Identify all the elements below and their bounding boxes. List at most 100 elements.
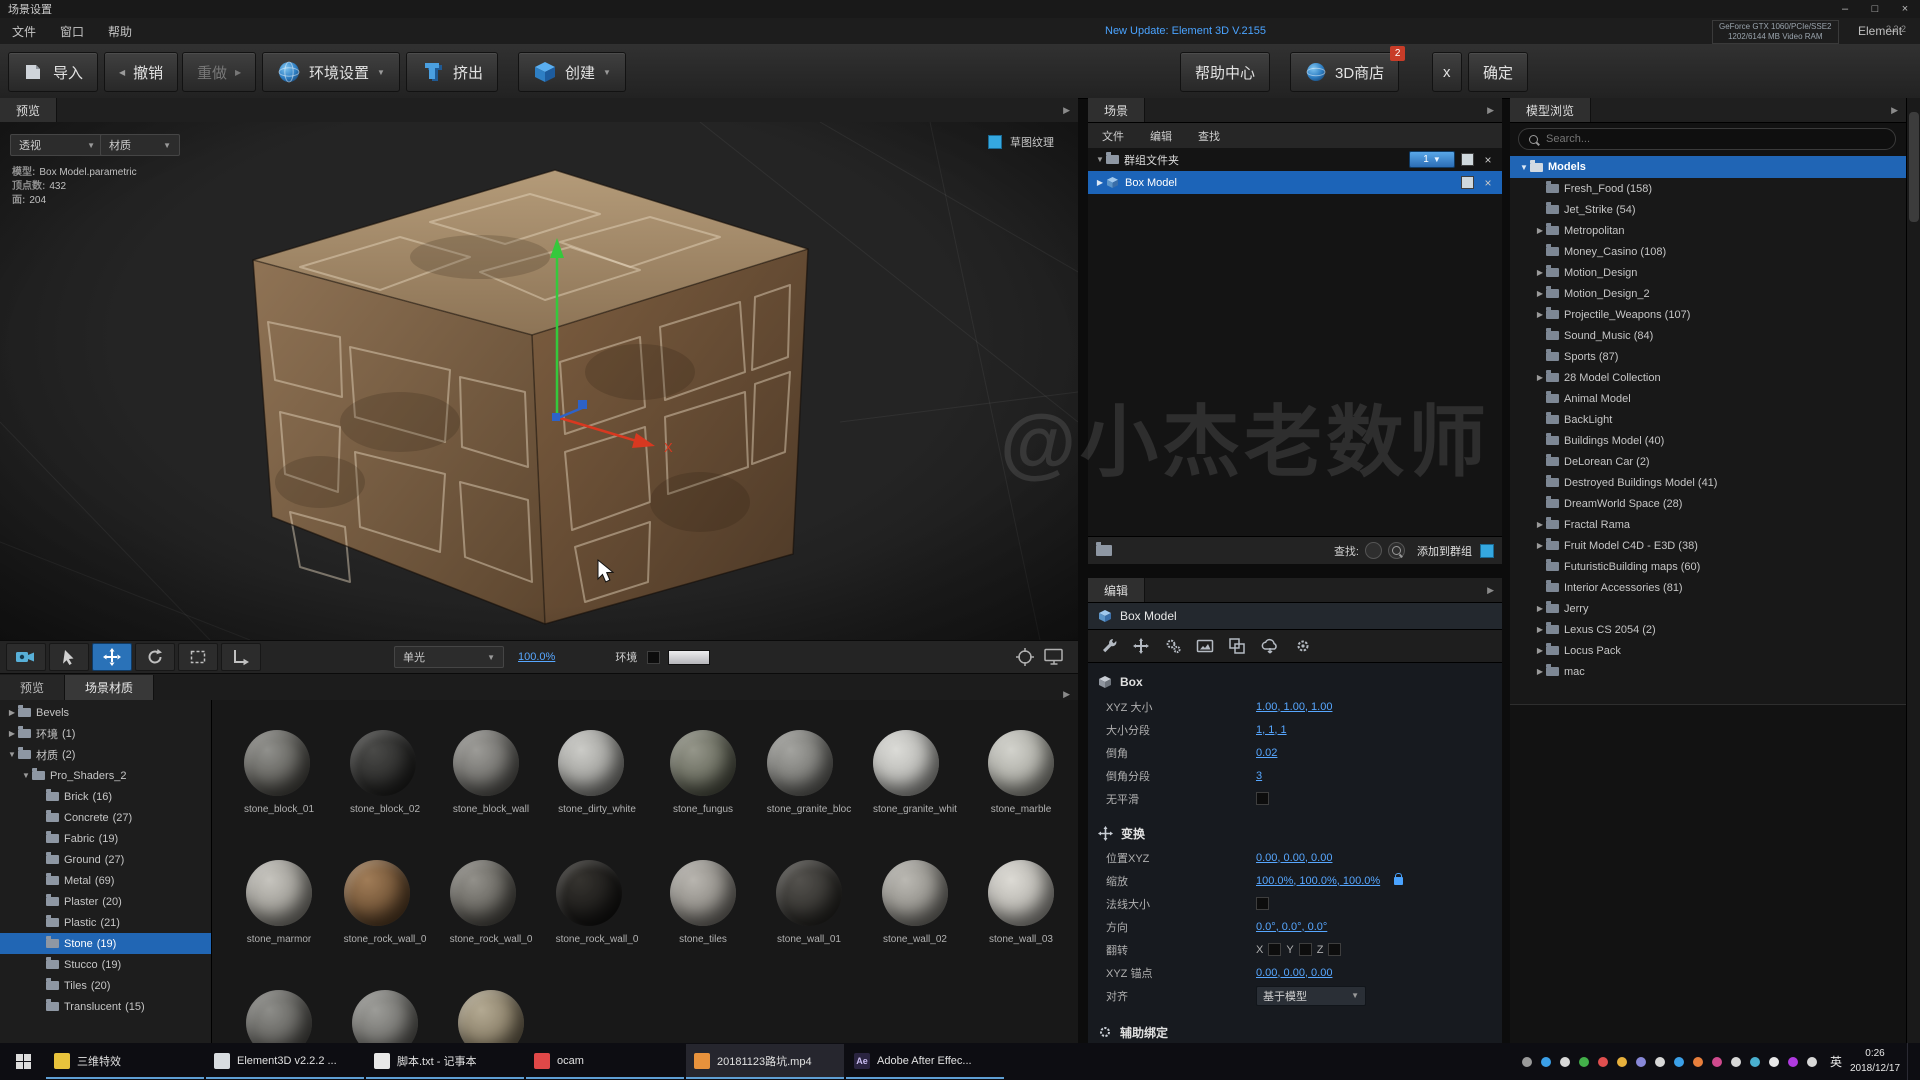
collapse-icon[interactable]: ▼ xyxy=(1518,163,1530,172)
visibility-checkbox[interactable] xyxy=(1461,176,1474,189)
property-checkbox[interactable] xyxy=(1256,792,1269,805)
model-pack-row[interactable]: Jet_Strike (54) xyxy=(1510,199,1906,220)
action-center-button[interactable] xyxy=(1907,1043,1920,1080)
property-checkbox[interactable] xyxy=(1256,897,1269,910)
close-button[interactable]: × xyxy=(1890,0,1920,18)
taskbar-task[interactable]: 三维特效 xyxy=(46,1044,204,1079)
expand-icon[interactable]: ▶ xyxy=(1534,310,1546,319)
material-thumbnail[interactable] xyxy=(352,990,418,1043)
view-mode-dropdown[interactable]: 透视▼ xyxy=(10,134,104,156)
tray-icon[interactable] xyxy=(1579,1057,1589,1067)
material-preview-sphere[interactable] xyxy=(344,860,410,926)
monitor-icon[interactable] xyxy=(1044,648,1064,666)
scene-menu-edit[interactable]: 编辑 xyxy=(1150,128,1172,144)
model-pack-row[interactable]: ▶ 28 Model Collection xyxy=(1510,367,1906,388)
expand-icon[interactable]: ▶ xyxy=(1534,226,1546,235)
expand-icon[interactable]: ▼ xyxy=(20,771,32,780)
material-preview-sphere[interactable] xyxy=(453,730,519,796)
group-count-dropdown[interactable]: 1▼ xyxy=(1409,151,1455,168)
menu-window[interactable]: 窗口 xyxy=(48,23,96,40)
material-preview-sphere[interactable] xyxy=(246,860,312,926)
expand-icon[interactable]: ▶ xyxy=(1534,520,1546,529)
scene-menu-file[interactable]: 文件 xyxy=(1102,128,1124,144)
expand-icon[interactable]: ▶ xyxy=(1534,625,1546,634)
model-pack-row[interactable]: ▶ Fractal Rama xyxy=(1510,514,1906,535)
material-preview-sphere[interactable] xyxy=(873,730,939,796)
material-folder-row[interactable]: Ground (27) xyxy=(0,849,211,870)
environment-button[interactable]: 环境设置 ▼ xyxy=(262,52,400,92)
tray-icon[interactable] xyxy=(1693,1057,1703,1067)
tray-icon[interactable] xyxy=(1541,1057,1551,1067)
menu-help[interactable]: 帮助 xyxy=(96,23,144,40)
tray-icon[interactable] xyxy=(1769,1057,1779,1067)
expand-icon[interactable]: ▼ xyxy=(1094,155,1106,164)
measure-tool-button[interactable] xyxy=(221,643,261,671)
expand-icon[interactable]: ▶ xyxy=(6,708,18,717)
model-pack-row[interactable]: DreamWorld Space (28) xyxy=(1510,493,1906,514)
material-thumbnail[interactable]: stone_marmor xyxy=(246,860,312,990)
material-thumbnail[interactable]: stone_granite_bloc xyxy=(767,730,852,860)
material-folder-row[interactable]: Tiles (20) xyxy=(0,975,211,996)
transform-section-header[interactable]: 变换 xyxy=(1088,820,1502,846)
material-thumbnail[interactable]: stone_wall_03 xyxy=(988,860,1054,990)
focus-target-icon[interactable] xyxy=(1016,648,1034,666)
property-value[interactable]: 100.0%, 100.0%, 100.0% xyxy=(1256,875,1380,887)
tray-icon[interactable] xyxy=(1522,1057,1532,1067)
property-value[interactable]: 0.02 xyxy=(1256,747,1277,759)
find-previous-button[interactable] xyxy=(1365,542,1382,559)
model-pack-row[interactable]: BackLight xyxy=(1510,409,1906,430)
helper-section-header[interactable]: 辅助绑定 xyxy=(1088,1019,1502,1045)
sketch-texture-toggle[interactable]: 草图纹理 xyxy=(988,134,1054,150)
taskbar-task[interactable]: Ae Adobe After Effec... xyxy=(846,1044,1004,1079)
box-section-header[interactable]: Box xyxy=(1088,669,1502,695)
store-button[interactable]: 3D商店 2 xyxy=(1290,52,1399,92)
material-thumbnail[interactable]: stone_block_wall xyxy=(453,730,529,860)
panel-collapse-icon[interactable]: ▶ xyxy=(1063,689,1070,700)
material-thumbnail[interactable] xyxy=(458,990,524,1043)
material-preview-sphere[interactable] xyxy=(244,730,310,796)
material-preview-sphere[interactable] xyxy=(350,730,416,796)
material-folder-row[interactable]: ▼ Pro_Shaders_2 xyxy=(0,765,211,786)
duplicate-icon[interactable] xyxy=(1228,637,1246,655)
viewport-zoom-value[interactable]: 100.0% xyxy=(518,651,555,663)
panel-collapse-icon[interactable]: ▶ xyxy=(1487,105,1494,116)
material-folder-row[interactable]: Translucent (15) xyxy=(0,996,211,1017)
taskbar-task[interactable]: ocam xyxy=(526,1044,684,1079)
tab-preview[interactable]: 预览 xyxy=(0,98,57,122)
expand-icon[interactable]: ▶ xyxy=(1094,178,1106,187)
delete-icon[interactable]: × xyxy=(1480,153,1496,167)
material-preview-sphere[interactable] xyxy=(670,730,736,796)
material-folder-row[interactable]: ▶ Bevels xyxy=(0,702,211,723)
add-to-group-button[interactable] xyxy=(1480,544,1494,558)
group-folder-row[interactable]: ▼ 群组文件夹 1▼ × xyxy=(1088,148,1502,171)
material-folder-row[interactable]: Plaster (20) xyxy=(0,891,211,912)
extrude-button[interactable]: 挤出 xyxy=(406,52,498,92)
material-folder-row[interactable]: ▶ 环境 (1) xyxy=(0,723,211,744)
cloud-icon[interactable] xyxy=(1260,637,1280,655)
environment-checkbox[interactable] xyxy=(647,651,660,664)
material-preview-sphere[interactable] xyxy=(882,860,948,926)
close-x-button[interactable]: x xyxy=(1432,52,1462,92)
expand-icon[interactable]: ▶ xyxy=(1534,373,1546,382)
material-thumbnail[interactable]: stone_rock_wall_0 xyxy=(450,860,533,990)
material-preview-sphere[interactable] xyxy=(767,730,833,796)
model-pack-row[interactable]: ▶ Motion_Design_2 xyxy=(1510,283,1906,304)
material-thumbnail[interactable]: stone_block_01 xyxy=(244,730,314,860)
material-preview-sphere[interactable] xyxy=(450,860,516,926)
expand-icon[interactable]: ▶ xyxy=(1534,646,1546,655)
material-folder-row[interactable]: Stucco (19) xyxy=(0,954,211,975)
flip-z-checkbox[interactable] xyxy=(1328,943,1341,956)
settings-gear-icon[interactable] xyxy=(1294,637,1312,655)
ok-button[interactable]: 确定 xyxy=(1468,52,1528,92)
tray-icon[interactable] xyxy=(1560,1057,1570,1067)
material-preview-sphere[interactable] xyxy=(776,860,842,926)
tab-scene-materials[interactable]: 场景材质 xyxy=(65,675,154,700)
material-thumbnail[interactable]: stone_dirty_white xyxy=(558,730,636,860)
background-color-swatch[interactable] xyxy=(668,650,710,665)
model-tree-root[interactable]: ▼ Models xyxy=(1510,156,1906,178)
shading-mode-dropdown[interactable]: 材质▼ xyxy=(100,134,180,156)
new-folder-icon[interactable] xyxy=(1096,545,1112,556)
camera-tool-button[interactable] xyxy=(6,643,46,671)
expand-icon[interactable]: ▶ xyxy=(6,729,18,738)
model-pack-row[interactable]: Buildings Model (40) xyxy=(1510,430,1906,451)
